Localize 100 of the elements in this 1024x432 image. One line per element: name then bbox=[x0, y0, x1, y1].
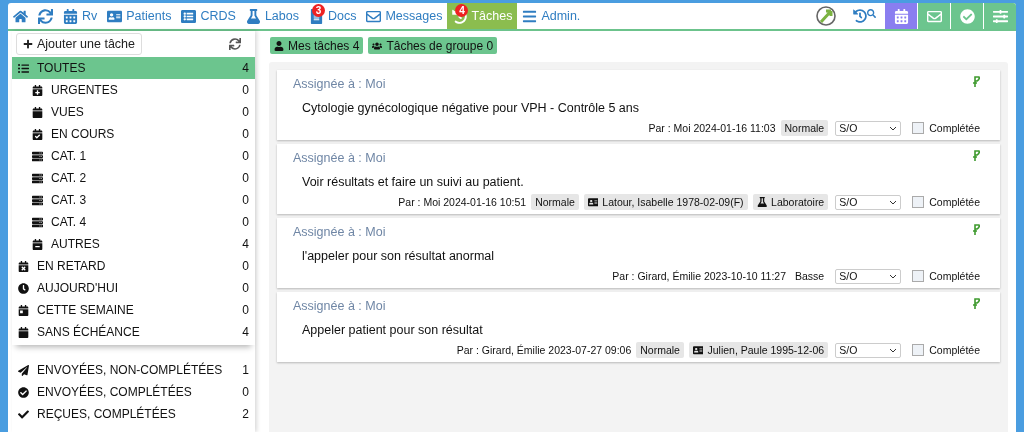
nav-tab[interactable]: 3 Docs bbox=[303, 3, 362, 29]
completed-checkbox[interactable] bbox=[912, 196, 925, 208]
assignee-text: Assignée à : Moi bbox=[293, 299, 386, 313]
author-date: Par : Moi 2024-01-16 11:03 bbox=[648, 122, 776, 134]
checkbox-label: Complétée bbox=[929, 344, 980, 356]
lab-tag[interactable]: Laboratoire bbox=[752, 194, 829, 210]
flask-icon bbox=[245, 8, 261, 24]
sidebar-item[interactable]: CAT. 3 0 bbox=[12, 189, 255, 211]
marker-icon[interactable] bbox=[973, 224, 980, 235]
item-count: 0 bbox=[242, 105, 249, 119]
sidebar-item[interactable]: EN COURS 0 bbox=[12, 123, 255, 145]
author-date: Par : Girard, Émilie 2023-10-10 11:27 bbox=[612, 270, 787, 282]
tag-text: Laboratoire bbox=[771, 196, 825, 208]
item-count: 0 bbox=[242, 171, 249, 185]
checkbox-label: Complétée bbox=[929, 270, 980, 282]
plus-icon bbox=[23, 39, 33, 49]
priority-label: Normale bbox=[780, 120, 829, 136]
nav-tab[interactable]: Patients bbox=[102, 3, 177, 29]
clock-icon bbox=[18, 282, 29, 294]
sidebar-item[interactable]: URGENTES 0 bbox=[12, 79, 255, 101]
sidebar-item[interactable]: ENVOYÉES, COMPLÉTÉES 0 bbox=[12, 381, 255, 403]
item-label: AUTRES bbox=[51, 237, 101, 251]
refresh-icon[interactable] bbox=[229, 38, 241, 50]
completed-checkbox[interactable] bbox=[912, 270, 925, 282]
sidebar-item[interactable]: AUJOURD'HUI 0 bbox=[12, 277, 255, 299]
patient-tag[interactable]: Latour, Isabelle 1978-02-09(F) bbox=[583, 194, 748, 210]
refresh-icon bbox=[38, 8, 53, 24]
check-button[interactable] bbox=[950, 3, 983, 29]
paper-plane-icon bbox=[18, 364, 29, 376]
sidebar-item[interactable]: CAT. 1 0 bbox=[12, 145, 255, 167]
calendar-icon bbox=[18, 326, 29, 338]
sidebar-item[interactable]: CETTE SEMAINE 0 bbox=[12, 299, 255, 321]
nav-tab[interactable]: 4 Tâches bbox=[447, 3, 518, 29]
status-select[interactable]: S/O bbox=[835, 194, 902, 210]
calendar-icon bbox=[63, 8, 78, 24]
mail-button[interactable] bbox=[917, 3, 950, 29]
item-count: 2 bbox=[242, 407, 249, 421]
nav-tab[interactable]: Messages bbox=[361, 3, 448, 29]
checkbox-label: Complétée bbox=[929, 196, 980, 208]
nav-tab[interactable]: Labos bbox=[240, 3, 304, 29]
patient-tag[interactable]: Julien, Paule 1995-12-06 bbox=[688, 342, 829, 358]
nav-tab[interactable]: CRDS bbox=[176, 3, 241, 29]
marker-icon[interactable] bbox=[973, 298, 980, 309]
users-icon bbox=[372, 40, 383, 51]
item-label: CAT. 3 bbox=[51, 193, 88, 207]
calendar-icon bbox=[32, 84, 43, 96]
item-label: CAT. 4 bbox=[51, 215, 88, 229]
check-icon bbox=[18, 408, 29, 420]
sidebar-item[interactable]: CAT. 2 0 bbox=[12, 167, 255, 189]
item-count: 0 bbox=[242, 193, 249, 207]
sidebar-item[interactable]: TOUTES 4 bbox=[12, 57, 255, 79]
add-task-button[interactable]: Ajouter une tâche bbox=[16, 33, 142, 55]
completed-checkbox[interactable] bbox=[912, 122, 925, 134]
item-label: AUJOURD'HUI bbox=[37, 281, 119, 295]
sidebar-item[interactable]: CAT. 4 0 bbox=[12, 211, 255, 233]
calendar-icon bbox=[18, 304, 29, 316]
checkbox-label: Complétée bbox=[929, 122, 980, 134]
id-card-icon bbox=[107, 8, 123, 24]
item-label: EN COURS bbox=[51, 127, 116, 141]
sidebar-item[interactable]: REÇUES, COMPLÉTÉES 2 bbox=[12, 403, 255, 425]
task-text: l'appeler pour son résultat anormal bbox=[302, 249, 496, 263]
envelope-icon bbox=[366, 8, 382, 24]
sidebar-item[interactable]: SANS ÉCHÉANCE 4 bbox=[12, 321, 255, 343]
task-text: Appeler patient pour son résultat bbox=[302, 323, 484, 337]
item-count: 0 bbox=[242, 303, 249, 317]
filter-tab[interactable]: Tâches de groupe 0 bbox=[368, 37, 498, 54]
status-select[interactable]: S/O bbox=[835, 342, 902, 358]
calendar-icon bbox=[32, 128, 43, 140]
nav-tab[interactable]: Admin. bbox=[517, 3, 586, 29]
menu-icon bbox=[522, 8, 538, 24]
nav-tab[interactable]: Rv bbox=[58, 3, 103, 29]
id-card-icon bbox=[587, 196, 599, 208]
sidebar-item[interactable]: AUTRES 4 bbox=[12, 233, 255, 255]
marker-icon[interactable] bbox=[973, 150, 980, 161]
item-label: CETTE SEMAINE bbox=[37, 303, 135, 317]
item-count: 4 bbox=[242, 325, 249, 339]
tag-text: Julien, Paule 1995-12-06 bbox=[707, 344, 825, 356]
chevron-icon bbox=[889, 125, 898, 131]
sidebar-item[interactable]: VUES 0 bbox=[12, 101, 255, 123]
item-count: 4 bbox=[242, 237, 249, 251]
marker-icon[interactable] bbox=[973, 76, 980, 87]
item-count: 0 bbox=[242, 215, 249, 229]
item-label: EN RETARD bbox=[37, 259, 107, 273]
sidebar-item[interactable]: EN RETARD 0 bbox=[12, 255, 255, 277]
calendar-button[interactable] bbox=[884, 3, 917, 29]
item-label: CAT. 1 bbox=[51, 149, 88, 163]
settings-button[interactable] bbox=[983, 3, 1016, 29]
calendar-icon bbox=[32, 238, 43, 250]
author-date: Par : Girard, Émilie 2023-07-27 09:06 bbox=[456, 344, 632, 356]
arrow-circle-icon[interactable] bbox=[815, 5, 837, 27]
status-select[interactable]: S/O bbox=[835, 120, 902, 136]
sidebar-item[interactable]: ENVOYÉES, NON-COMPLÉTÉES 1 bbox=[12, 359, 255, 381]
status-select[interactable]: S/O bbox=[835, 268, 902, 284]
flask-icon bbox=[756, 196, 768, 208]
stack-icon bbox=[32, 150, 43, 162]
count-badge: 4 bbox=[455, 4, 469, 17]
filter-tab[interactable]: Mes tâches 4 bbox=[270, 37, 364, 54]
author-date: Par : Moi 2024-01-16 10:51 bbox=[398, 196, 527, 208]
completed-checkbox[interactable] bbox=[912, 344, 925, 356]
item-count: 0 bbox=[242, 83, 249, 97]
